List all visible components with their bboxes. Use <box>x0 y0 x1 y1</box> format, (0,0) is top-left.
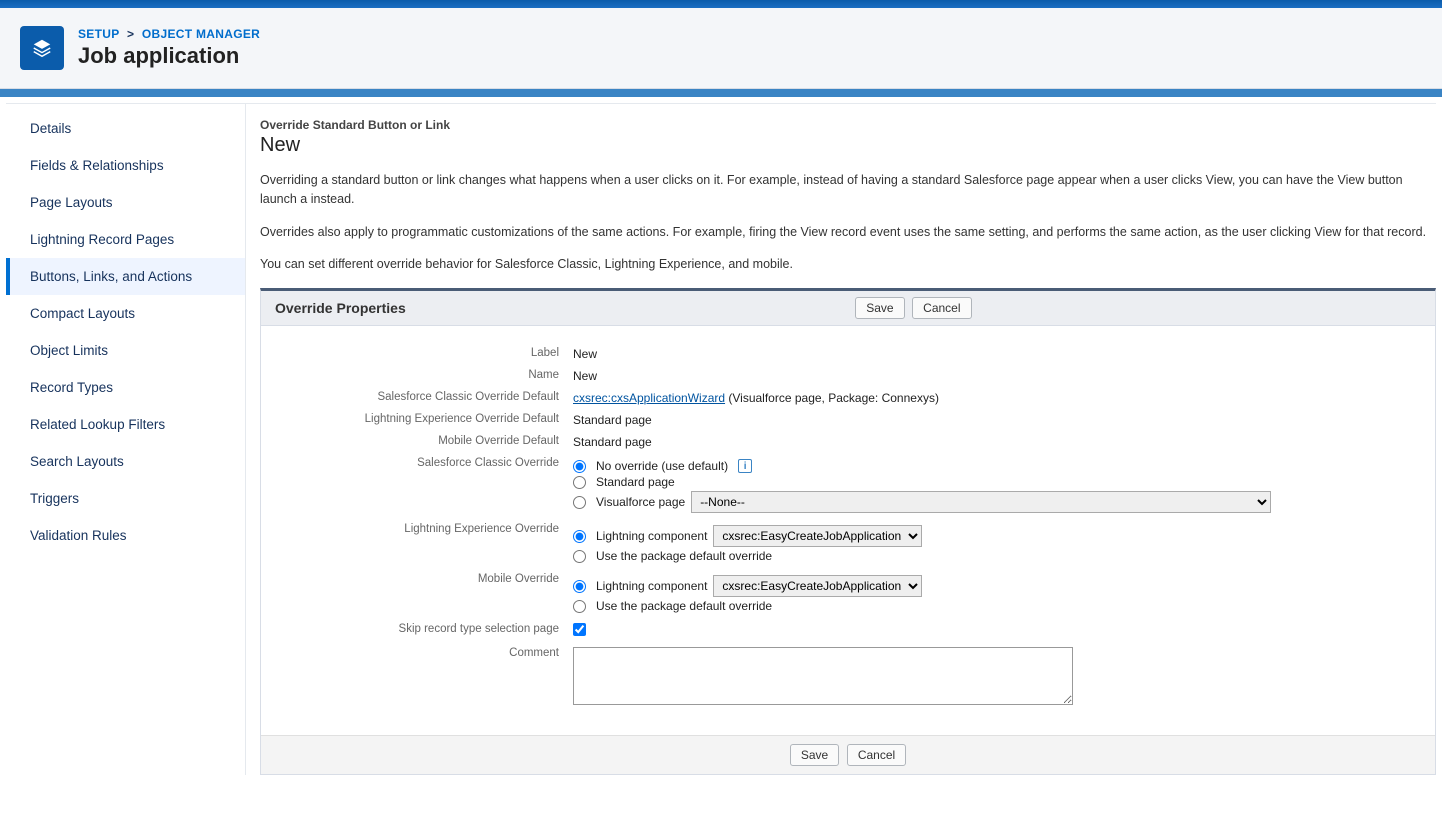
radio-lex-package-default[interactable] <box>573 550 586 563</box>
value-label: New <box>573 344 1413 364</box>
radio-classic-standard[interactable] <box>573 476 586 489</box>
classic-default-suffix: (Visualforce page, Package: Connexys) <box>725 391 939 405</box>
radio-label-lex-package-default: Use the package default override <box>596 549 772 563</box>
sidebar-item-record-types[interactable]: Record Types <box>6 369 245 406</box>
label-lex-default: Lightning Experience Override Default <box>283 410 573 428</box>
select-lex-lightning-component[interactable]: cxsrec:EasyCreateJobApplication <box>713 525 922 547</box>
page-title: Job application <box>78 43 260 69</box>
intro-p1: Overriding a standard button or link cha… <box>260 171 1436 209</box>
select-visualforce-page[interactable]: --None-- <box>691 491 1271 513</box>
radio-classic-no-override[interactable] <box>573 460 586 473</box>
checkbox-skip-record-type[interactable] <box>573 623 586 636</box>
radio-label-standard-page: Standard page <box>596 475 675 489</box>
radio-label-lex-lc: Lightning component <box>596 529 707 543</box>
value-lex-default: Standard page <box>573 410 1413 430</box>
breadcrumb: SETUP > OBJECT MANAGER <box>78 27 260 41</box>
sidebar-item-triggers[interactable]: Triggers <box>6 480 245 517</box>
panel-footer: Save Cancel <box>261 735 1435 774</box>
value-name: New <box>573 366 1413 386</box>
breadcrumb-object-manager[interactable]: OBJECT MANAGER <box>142 27 260 41</box>
sidebar-item-object-limits[interactable]: Object Limits <box>6 332 245 369</box>
radio-label-mobile-lc: Lightning component <box>596 579 707 593</box>
intro-p2: Overrides also apply to programmatic cus… <box>260 223 1436 242</box>
sidebar-item-validation-rules[interactable]: Validation Rules <box>6 517 245 554</box>
label-lex-override: Lightning Experience Override <box>283 520 573 538</box>
textarea-comment[interactable] <box>573 647 1073 705</box>
value-mobile-default: Standard page <box>573 432 1413 452</box>
panel-header: Override Properties Save Cancel <box>261 291 1435 326</box>
main-content: Override Standard Button or Link New Ove… <box>246 104 1436 775</box>
breadcrumb-sep: > <box>123 27 138 41</box>
label-mobile-default: Mobile Override Default <box>283 432 573 450</box>
radio-mobile-lightning-component[interactable] <box>573 580 586 593</box>
window-top-bar <box>0 0 1442 8</box>
cancel-button-bottom[interactable]: Cancel <box>847 744 906 766</box>
radio-lex-lightning-component[interactable] <box>573 530 586 543</box>
sidebar: Details Fields & Relationships Page Layo… <box>6 104 246 775</box>
object-icon <box>20 26 64 70</box>
classic-default-link[interactable]: cxsrec:cxsApplicationWizard <box>573 391 725 405</box>
sidebar-item-compact-layouts[interactable]: Compact Layouts <box>6 295 245 332</box>
label-comment: Comment <box>283 644 573 662</box>
sidebar-item-buttons-links-actions[interactable]: Buttons, Links, and Actions <box>6 258 245 295</box>
override-heading: New <box>260 134 1436 157</box>
page-header: SETUP > OBJECT MANAGER Job application <box>0 8 1442 89</box>
radio-label-mobile-package-default: Use the package default override <box>596 599 772 613</box>
breadcrumb-setup[interactable]: SETUP <box>78 27 119 41</box>
sidebar-item-fields[interactable]: Fields & Relationships <box>6 147 245 184</box>
save-button-top[interactable]: Save <box>855 297 904 319</box>
label-label: Label <box>283 344 573 362</box>
intro-text: Overriding a standard button or link cha… <box>260 171 1436 274</box>
value-classic-default: cxsrec:cxsApplicationWizard (Visualforce… <box>573 388 1413 408</box>
sidebar-item-related-lookup-filters[interactable]: Related Lookup Filters <box>6 406 245 443</box>
radio-label-no-override: No override (use default) <box>596 459 728 473</box>
radio-classic-visualforce[interactable] <box>573 496 586 509</box>
sidebar-item-details[interactable]: Details <box>6 110 245 147</box>
intro-p3: You can set different override behavior … <box>260 255 1436 274</box>
sidebar-item-page-layouts[interactable]: Page Layouts <box>6 184 245 221</box>
select-mobile-lightning-component[interactable]: cxsrec:EasyCreateJobApplication <box>713 575 922 597</box>
cancel-button-top[interactable]: Cancel <box>912 297 971 319</box>
label-classic-default: Salesforce Classic Override Default <box>283 388 573 406</box>
panel-body: Label New Name New Salesforce Classic Ov… <box>261 326 1435 735</box>
save-button-bottom[interactable]: Save <box>790 744 839 766</box>
info-icon[interactable]: i <box>738 459 752 473</box>
radio-mobile-package-default[interactable] <box>573 600 586 613</box>
label-classic-override: Salesforce Classic Override <box>283 454 573 472</box>
sidebar-item-search-layouts[interactable]: Search Layouts <box>6 443 245 480</box>
label-mobile-override: Mobile Override <box>283 570 573 588</box>
label-name: Name <box>283 366 573 384</box>
panel-title: Override Properties <box>275 300 406 316</box>
sidebar-item-lightning-pages[interactable]: Lightning Record Pages <box>6 221 245 258</box>
layers-icon <box>31 37 53 59</box>
radio-label-visualforce: Visualforce page <box>596 495 685 509</box>
sub-heading: Override Standard Button or Link <box>260 118 1436 132</box>
header-accent-bar <box>0 89 1442 97</box>
label-skip: Skip record type selection page <box>283 620 573 638</box>
override-properties-panel: Override Properties Save Cancel Label Ne… <box>260 288 1436 775</box>
